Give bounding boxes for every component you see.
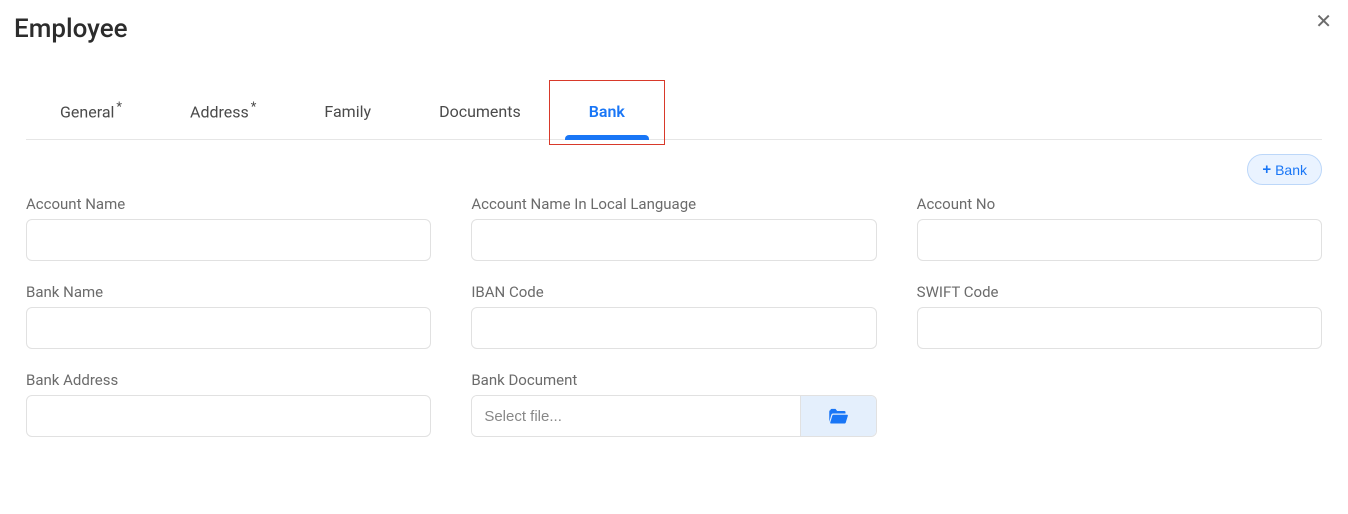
label-account-name: Account Name xyxy=(26,195,431,213)
page-title: Employee xyxy=(0,0,1348,52)
tabs-container: General* Address* Family Documents Bank xyxy=(26,82,1322,140)
add-bank-label: Bank xyxy=(1275,162,1307,178)
plus-icon: + xyxy=(1262,161,1271,178)
action-row: + Bank xyxy=(0,140,1348,185)
field-account-no: Account No xyxy=(917,195,1322,261)
add-bank-button[interactable]: + Bank xyxy=(1247,154,1322,185)
close-button[interactable]: ✕ xyxy=(1315,12,1332,32)
field-account-name: Account Name xyxy=(26,195,431,261)
input-bank-address[interactable] xyxy=(26,395,431,437)
input-iban-code[interactable] xyxy=(471,307,876,349)
folder-open-icon xyxy=(828,407,848,425)
bank-form: Account Name Account Name In Local Langu… xyxy=(0,185,1348,463)
input-bank-name[interactable] xyxy=(26,307,431,349)
input-account-name-local[interactable] xyxy=(471,219,876,261)
input-bank-document[interactable] xyxy=(472,396,799,436)
field-account-name-local: Account Name In Local Language xyxy=(471,195,876,261)
input-swift-code[interactable] xyxy=(917,307,1322,349)
tab-bank[interactable]: Bank xyxy=(555,84,659,139)
field-bank-name: Bank Name xyxy=(26,283,431,349)
label-bank-address: Bank Address xyxy=(26,371,431,389)
tab-address[interactable]: Address* xyxy=(156,82,290,139)
field-iban-code: IBAN Code xyxy=(471,283,876,349)
label-bank-name: Bank Name xyxy=(26,283,431,301)
label-iban-code: IBAN Code xyxy=(471,283,876,301)
field-swift-code: SWIFT Code xyxy=(917,283,1322,349)
label-account-no: Account No xyxy=(917,195,1322,213)
input-account-no[interactable] xyxy=(917,219,1322,261)
label-account-name-local: Account Name In Local Language xyxy=(471,195,876,213)
close-icon: ✕ xyxy=(1315,11,1332,33)
label-bank-document: Bank Document xyxy=(471,371,876,389)
tab-label: Family xyxy=(324,102,371,121)
file-input-wrap xyxy=(471,395,876,437)
tab-label: Address xyxy=(190,102,249,121)
tab-label: General xyxy=(60,102,114,121)
label-swift-code: SWIFT Code xyxy=(917,283,1322,301)
required-asterisk: * xyxy=(251,100,257,115)
tab-documents[interactable]: Documents xyxy=(405,84,555,139)
browse-file-button[interactable] xyxy=(800,396,876,436)
field-bank-address: Bank Address xyxy=(26,371,431,437)
tab-general[interactable]: General* xyxy=(26,82,156,139)
tab-label: Documents xyxy=(439,102,521,121)
input-account-name[interactable] xyxy=(26,219,431,261)
tab-family[interactable]: Family xyxy=(290,84,405,139)
tab-label: Bank xyxy=(589,102,625,121)
field-bank-document: Bank Document xyxy=(471,371,876,437)
required-asterisk: * xyxy=(116,100,122,115)
